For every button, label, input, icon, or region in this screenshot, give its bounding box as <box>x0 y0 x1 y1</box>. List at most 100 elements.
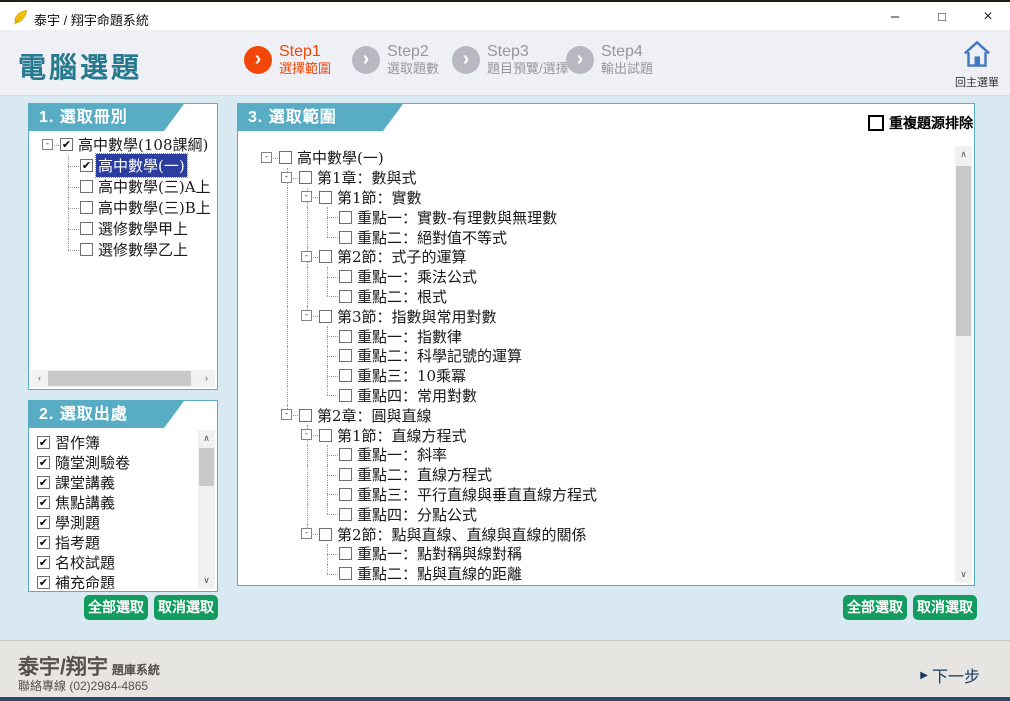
scope-checkbox[interactable] <box>339 330 352 343</box>
scope-checkbox[interactable] <box>339 448 352 461</box>
scope-checkbox[interactable] <box>339 290 352 303</box>
scope-tree: -高中數學(一)-第1章：數與式-第1節：實數重點一：實數-有理數與無理數重點二… <box>238 146 952 581</box>
scope-row: 重點一：實數-有理數與無理數 <box>258 207 952 227</box>
scope-checkbox[interactable] <box>339 231 352 244</box>
maximize-button[interactable]: □ <box>922 2 962 32</box>
scope-checkbox[interactable] <box>339 468 352 481</box>
scope-checkbox[interactable] <box>339 211 352 224</box>
volume-checkbox[interactable]: ✔ <box>80 159 93 172</box>
step-4-output: › Step4 輸出試題 <box>566 42 653 77</box>
step-4-label: 輸出試題 <box>601 61 653 77</box>
source-vertical-scrollbar[interactable]: ∧ ∨ <box>198 430 215 589</box>
next-step-button[interactable]: ▶ 下一步 <box>920 663 980 687</box>
page-title: 電腦選題 <box>18 46 142 86</box>
tree-indent <box>258 544 278 564</box>
scrollbar-thumb[interactable] <box>199 448 214 486</box>
volume-label[interactable]: 高中數學(三)B上 <box>96 196 213 219</box>
volume-checkbox[interactable] <box>80 201 93 214</box>
tree-collapse-icon[interactable]: - <box>261 152 272 163</box>
tree-collapse-icon[interactable]: - <box>301 528 312 539</box>
tree-indent <box>258 287 278 307</box>
volume-label[interactable]: 高中數學(108課綱) <box>76 133 210 156</box>
scrollbar-thumb[interactable] <box>956 166 971 336</box>
scroll-up-icon[interactable]: ∧ <box>198 430 215 447</box>
scope-checkbox[interactable] <box>319 191 332 204</box>
close-button[interactable]: × <box>968 2 1008 32</box>
scroll-left-icon[interactable]: ‹ <box>31 370 48 387</box>
home-menu-button[interactable]: 回主選單 <box>948 40 1006 90</box>
tree-collapse-icon[interactable]: - <box>301 310 312 321</box>
dedupe-option: 重複題源排除 <box>868 113 973 133</box>
tree-connector <box>318 544 338 564</box>
tree-collapse-icon[interactable]: - <box>301 191 312 202</box>
source-label[interactable]: 補充命題 <box>53 571 117 590</box>
tree-collapse-icon[interactable]: - <box>281 409 292 420</box>
source-row: ✔學測題 <box>36 512 198 532</box>
source-checkbox[interactable]: ✔ <box>37 496 50 509</box>
home-label: 回主選單 <box>948 74 1006 90</box>
scope-checkbox[interactable] <box>319 429 332 442</box>
volume-select-all-button[interactable]: 全部選取 <box>84 595 148 620</box>
tree-collapse-icon[interactable]: - <box>301 251 312 262</box>
source-checkbox[interactable]: ✔ <box>37 536 50 549</box>
tree-connector: - <box>278 405 298 425</box>
volume-checkbox[interactable] <box>80 243 93 256</box>
volume-label[interactable]: 選修數學乙上 <box>96 238 190 261</box>
tree-connector <box>318 326 338 346</box>
volume-checkbox[interactable] <box>80 222 93 235</box>
scroll-down-icon[interactable]: ∨ <box>198 572 215 589</box>
scope-row: 重點二：點與直線的距離 <box>258 564 952 581</box>
scroll-down-icon[interactable]: ∨ <box>955 566 972 583</box>
tree-indent <box>39 239 59 260</box>
scope-checkbox[interactable] <box>339 369 352 382</box>
tree-collapse-icon[interactable]: - <box>301 429 312 440</box>
tree-connector <box>318 267 338 287</box>
scope-checkbox[interactable] <box>339 547 352 560</box>
tree-connector <box>318 346 338 366</box>
tree-indent <box>298 564 318 581</box>
scroll-up-icon[interactable]: ∧ <box>955 146 972 163</box>
play-icon: ▶ <box>920 670 928 681</box>
scope-checkbox[interactable] <box>339 488 352 501</box>
scope-checkbox[interactable] <box>319 250 332 263</box>
tree-connector: - <box>298 524 318 544</box>
tree-collapse-icon[interactable]: - <box>281 172 292 183</box>
volume-deselect-button[interactable]: 取消選取 <box>154 595 218 620</box>
scope-label[interactable]: 重點二：點與直線的距離 <box>355 562 524 581</box>
scope-select-all-button[interactable]: 全部選取 <box>843 595 907 620</box>
volume-checkbox[interactable]: ✔ <box>60 138 73 151</box>
volume-label[interactable]: 高中數學(三)A上 <box>96 175 213 198</box>
scope-checkbox[interactable] <box>319 528 332 541</box>
scope-deselect-button[interactable]: 取消選取 <box>913 595 977 620</box>
scope-checkbox[interactable] <box>299 409 312 422</box>
volume-horizontal-scrollbar[interactable]: ‹ › <box>31 370 215 387</box>
source-checkbox[interactable]: ✔ <box>37 556 50 569</box>
dedupe-checkbox[interactable] <box>868 115 884 131</box>
minimize-button[interactable]: – <box>875 2 915 32</box>
source-checkbox[interactable]: ✔ <box>37 516 50 529</box>
source-checkbox[interactable]: ✔ <box>37 456 50 469</box>
scroll-right-icon[interactable]: › <box>198 370 215 387</box>
scope-checkbox[interactable] <box>339 508 352 521</box>
scope-checkbox[interactable] <box>339 389 352 402</box>
scope-vertical-scrollbar[interactable]: ∧ ∨ <box>955 146 972 583</box>
scope-checkbox[interactable] <box>339 567 352 580</box>
tree-indent <box>258 247 278 267</box>
source-checkbox[interactable]: ✔ <box>37 576 50 589</box>
scope-checkbox[interactable] <box>339 349 352 362</box>
scope-checkbox[interactable] <box>339 270 352 283</box>
scope-checkbox[interactable] <box>299 171 312 184</box>
volume-label[interactable]: 選修數學甲上 <box>96 217 190 240</box>
source-checkbox[interactable]: ✔ <box>37 436 50 449</box>
scrollbar-thumb[interactable] <box>48 371 191 386</box>
volume-label[interactable]: 高中數學(一) <box>96 154 187 177</box>
tree-collapse-icon[interactable]: - <box>42 139 53 150</box>
tree-indent <box>278 207 298 227</box>
source-checkbox[interactable]: ✔ <box>37 476 50 489</box>
scope-checkbox[interactable] <box>319 310 332 323</box>
scope-row: -第2節：點與直線、直線與直線的關係 <box>258 524 952 544</box>
volume-checkbox[interactable] <box>80 180 93 193</box>
tree-indent <box>278 524 298 544</box>
scope-checkbox[interactable] <box>279 151 292 164</box>
scope-row: -第1節：直線方程式 <box>258 425 952 445</box>
